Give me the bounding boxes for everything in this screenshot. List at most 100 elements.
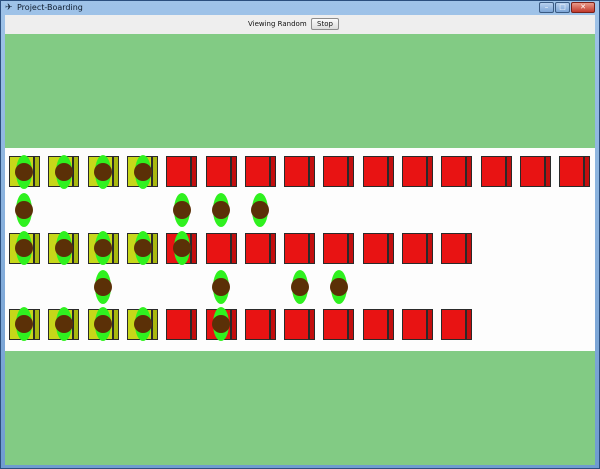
seat — [284, 233, 315, 264]
passenger — [15, 193, 33, 227]
seat-cushion — [284, 233, 309, 264]
passenger — [173, 193, 191, 227]
seat-back — [388, 309, 394, 340]
seat-back — [309, 309, 315, 340]
seat-back — [270, 309, 276, 340]
passenger-head — [15, 315, 33, 333]
seat-cushion — [284, 156, 309, 187]
passenger-head — [212, 201, 230, 219]
passenger — [212, 270, 230, 304]
seat-back — [427, 233, 433, 264]
seat — [559, 156, 590, 187]
window-controls: – □ ✕ — [539, 2, 595, 13]
passenger-head — [55, 163, 73, 181]
maximize-button[interactable]: □ — [555, 2, 570, 13]
passenger-head — [15, 239, 33, 257]
seat — [284, 156, 315, 187]
seat-cushion — [363, 233, 388, 264]
seat-back — [388, 156, 394, 187]
seat-cushion — [284, 309, 309, 340]
passenger — [15, 155, 33, 189]
passenger-head — [55, 315, 73, 333]
seat — [402, 309, 433, 340]
passenger — [134, 155, 152, 189]
seat-back — [152, 156, 158, 187]
seat-back — [191, 309, 197, 340]
seat — [206, 156, 237, 187]
grass-top — [5, 34, 595, 148]
close-button[interactable]: ✕ — [571, 2, 595, 13]
seat-back — [152, 233, 158, 264]
passenger-head — [212, 278, 230, 296]
seat-cushion — [206, 233, 231, 264]
seat-back — [73, 156, 79, 187]
seat — [441, 156, 472, 187]
seat-back — [73, 309, 79, 340]
seat-cushion — [441, 309, 466, 340]
seat — [363, 233, 394, 264]
simulation-panel: Viewing Random Stop — [5, 15, 595, 465]
seat-cushion — [441, 156, 466, 187]
passenger — [291, 270, 309, 304]
passenger-head — [15, 163, 33, 181]
seat — [245, 233, 276, 264]
passenger — [94, 155, 112, 189]
passenger-head — [134, 163, 152, 181]
application-window: ✈ Project-Boarding – □ ✕ Viewing Random … — [0, 0, 600, 469]
passenger — [94, 231, 112, 265]
seat-cushion — [559, 156, 584, 187]
seat-cushion — [520, 156, 545, 187]
seat-back — [584, 156, 590, 187]
passenger-head — [173, 239, 191, 257]
seat — [245, 156, 276, 187]
seat-back — [466, 156, 472, 187]
seat-back — [113, 309, 119, 340]
seat — [284, 309, 315, 340]
seat-cushion — [245, 233, 270, 264]
passenger-head — [134, 315, 152, 333]
title-bar[interactable]: ✈ Project-Boarding – □ ✕ — [1, 1, 599, 15]
seat — [323, 156, 354, 187]
seat-back — [466, 233, 472, 264]
seat-back — [231, 156, 237, 187]
seat — [245, 309, 276, 340]
minimize-button[interactable]: – — [539, 2, 554, 13]
seat-back — [152, 309, 158, 340]
passenger — [134, 307, 152, 341]
seat — [166, 156, 197, 187]
seat-back — [309, 233, 315, 264]
passenger-head — [94, 315, 112, 333]
passenger — [212, 193, 230, 227]
seat — [441, 309, 472, 340]
seat — [402, 233, 433, 264]
passenger — [173, 231, 191, 265]
seat — [166, 309, 197, 340]
seat-back — [73, 233, 79, 264]
seat — [481, 156, 512, 187]
seat — [363, 156, 394, 187]
passenger — [94, 270, 112, 304]
passenger-head — [15, 201, 33, 219]
seat-cushion — [363, 156, 388, 187]
passenger-head — [251, 201, 269, 219]
passenger — [15, 307, 33, 341]
seat — [441, 233, 472, 264]
stop-button[interactable]: Stop — [311, 18, 339, 30]
seat-back — [113, 156, 119, 187]
seat-cushion — [323, 156, 348, 187]
passenger — [55, 231, 73, 265]
seat-cushion — [402, 233, 427, 264]
control-toolbar: Viewing Random Stop — [5, 15, 595, 35]
passenger-head — [173, 201, 191, 219]
seat-back — [191, 156, 197, 187]
seat-back — [270, 156, 276, 187]
seat-back — [348, 309, 354, 340]
seat-back — [191, 233, 197, 264]
passenger-head — [94, 278, 112, 296]
seat — [323, 309, 354, 340]
seat-cushion — [441, 233, 466, 264]
seat-back — [427, 156, 433, 187]
grass-bottom — [5, 351, 595, 465]
seat-cushion — [323, 233, 348, 264]
seat-cushion — [363, 309, 388, 340]
